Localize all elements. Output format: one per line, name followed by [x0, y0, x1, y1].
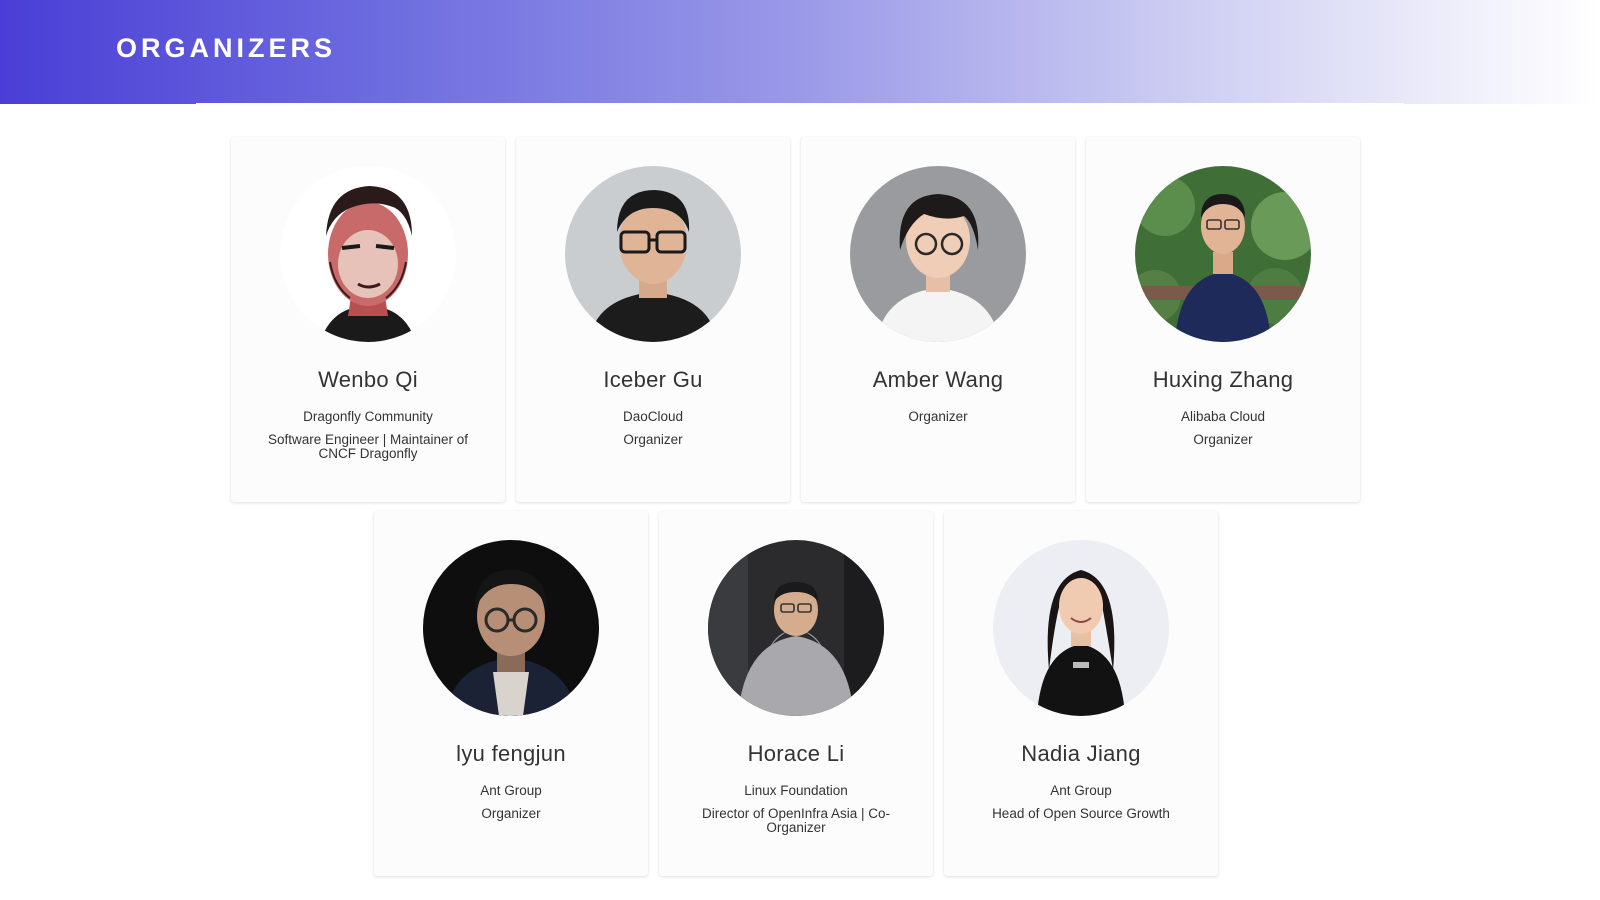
- page-title: ORGANIZERS: [116, 33, 337, 63]
- organizer-name: Wenbo Qi: [318, 367, 418, 392]
- organizer-role: Head of Open Source Growth: [992, 806, 1170, 821]
- avatar: [565, 166, 741, 342]
- avatar: [280, 166, 456, 342]
- organizer-company: Linux Foundation: [744, 783, 848, 798]
- organizer-company: Ant Group: [480, 783, 542, 798]
- organizer-card-iceber-gu[interactable]: Iceber Gu DaoCloud Organizer: [516, 137, 790, 502]
- organizer-company: Organizer: [908, 409, 968, 424]
- avatar: [850, 166, 1026, 342]
- organizer-role: Organizer: [481, 806, 541, 821]
- organizer-card-huxing-zhang[interactable]: Huxing Zhang Alibaba Cloud Organizer: [1086, 137, 1360, 502]
- organizer-name: Amber Wang: [872, 367, 1004, 392]
- portrait-photo-icon: [708, 540, 884, 716]
- portrait-photo-icon: [993, 540, 1169, 716]
- organizer-name: lyu fengjun: [456, 741, 566, 766]
- portrait-photo-icon: [423, 540, 599, 716]
- portrait-photo-icon: [565, 166, 741, 342]
- organizer-company: Dragonfly Community: [303, 409, 433, 424]
- avatar: [1135, 166, 1311, 342]
- header-divider: [196, 103, 1404, 105]
- avatar: [993, 540, 1169, 716]
- organizer-role: Organizer: [1193, 432, 1253, 447]
- organizer-role: Director of OpenInfra Asia | Co-Organize…: [701, 806, 891, 835]
- organizer-name: Huxing Zhang: [1152, 367, 1294, 392]
- organizer-card-lyu-fengjun[interactable]: lyu fengjun Ant Group Organizer: [374, 511, 648, 876]
- organizer-name: Nadia Jiang: [1021, 741, 1141, 766]
- organizer-card-nadia-jiang[interactable]: Nadia Jiang Ant Group Head of Open Sourc…: [944, 511, 1218, 876]
- portrait-photo-icon: [1135, 166, 1311, 342]
- avatar: [708, 540, 884, 716]
- organizer-company: DaoCloud: [622, 409, 684, 424]
- avatar: [423, 540, 599, 716]
- organizer-company: Alibaba Cloud: [1180, 409, 1266, 424]
- organizer-name: Iceber Gu: [603, 367, 703, 392]
- organizer-card-amber-wang[interactable]: Amber Wang Organizer: [801, 137, 1075, 502]
- organizer-name: Horace Li: [747, 741, 845, 766]
- portrait-photo-icon: [850, 166, 1026, 342]
- organizer-role: Software Engineer | Maintainer of CNCF D…: [267, 432, 469, 461]
- organizer-card-horace-li[interactable]: Horace Li Linux Foundation Director of O…: [659, 511, 933, 876]
- organizer-company: Ant Group: [1050, 783, 1112, 798]
- organizer-card-wenbo-qi[interactable]: Wenbo Qi Dragonfly Community Software En…: [231, 137, 505, 502]
- organizer-role: Organizer: [623, 432, 683, 447]
- portrait-illustration-icon: [280, 166, 456, 342]
